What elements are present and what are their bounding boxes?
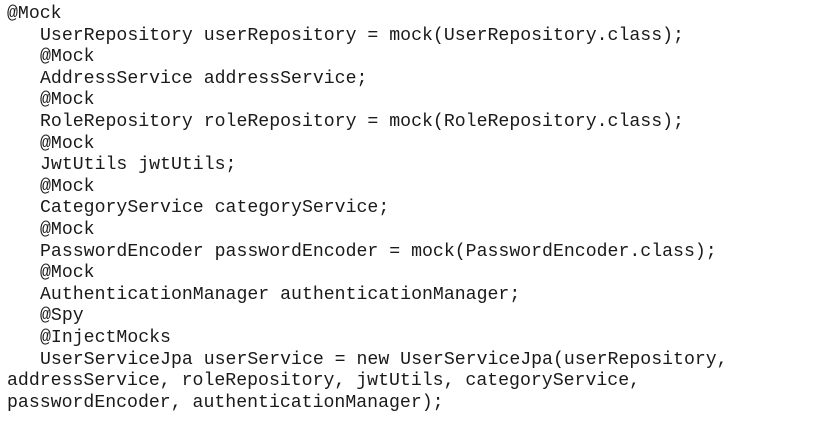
code-line-13: @Mock xyxy=(40,263,95,284)
code-line-10: CategoryService categoryService; xyxy=(40,198,390,219)
code-line-12: PasswordEncoder passwordEncoder = mock(P… xyxy=(40,241,717,262)
code-line-7: @Mock xyxy=(40,133,95,154)
code-line-6: RoleRepository roleRepository = mock(Rol… xyxy=(40,111,684,132)
code-line-14: AuthenticationManager authenticationMana… xyxy=(40,284,521,305)
code-line-17: UserServiceJpa userService = new UserSer… xyxy=(40,349,728,370)
code-line-8: JwtUtils jwtUtils; xyxy=(40,155,237,176)
code-line-11: @Mock xyxy=(40,219,95,240)
code-block: @Mock UserRepository userRepository = moc… xyxy=(7,4,728,414)
code-line-4: AddressService addressService; xyxy=(40,68,368,89)
code-line-18: addressService, roleRepository, jwtUtils… xyxy=(7,371,641,392)
code-line-5: @Mock xyxy=(40,90,95,111)
code-line-3: @Mock xyxy=(40,47,95,68)
code-line-19: passwordEncoder, authenticationManager); xyxy=(7,392,444,413)
code-line-1: @Mock xyxy=(7,4,62,24)
code-line-2: UserRepository userRepository = mock(Use… xyxy=(40,25,684,46)
code-line-9: @Mock xyxy=(40,176,95,197)
code-line-15: @Spy xyxy=(40,306,84,327)
code-line-16: @InjectMocks xyxy=(40,327,171,348)
